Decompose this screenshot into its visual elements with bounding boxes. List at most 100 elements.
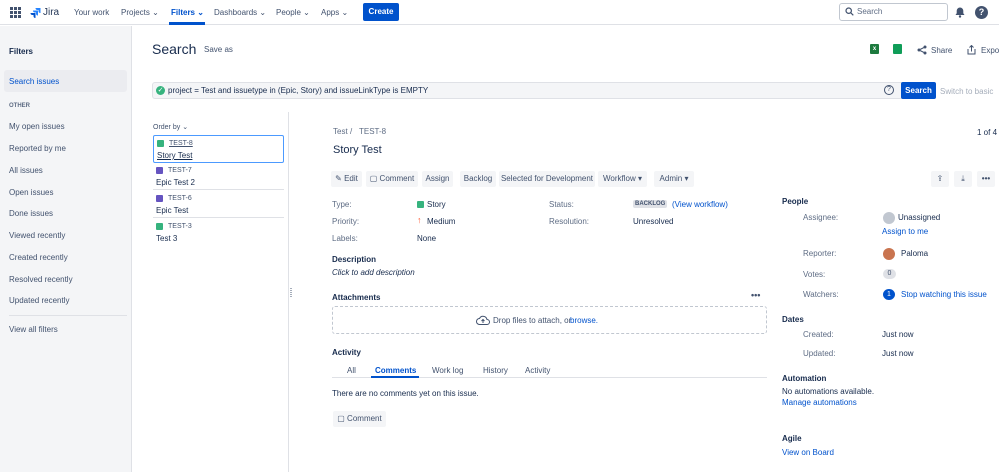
tab-comments-underline: [371, 376, 419, 378]
assign-button[interactable]: Assign: [422, 171, 453, 187]
pencil-icon: ✎: [335, 174, 342, 183]
sidebar-item-label: Search issues: [9, 77, 60, 86]
nav-projects[interactable]: Projects ⌄: [121, 0, 159, 25]
status-badge[interactable]: BACKLOG: [633, 200, 668, 208]
export-excel-icon[interactable]: x: [870, 44, 879, 54]
resize-handle[interactable]: [290, 288, 292, 297]
notifications-bell-icon[interactable]: [955, 7, 965, 20]
list-item[interactable]: TEST-6 Epic Test: [153, 191, 284, 219]
jql-input[interactable]: ✓ project = Test and issuetype in (Epic,…: [152, 82, 907, 99]
votes-badge[interactable]: 0: [883, 269, 896, 279]
attachment-dropzone[interactable]: Drop files to attach, or browse.: [332, 306, 767, 334]
no-comments-text: There are no comments yet on this issue.: [332, 389, 479, 398]
sidebar-item-done-issues[interactable]: Done issues: [9, 209, 53, 218]
sidebar-item-updated-recently[interactable]: Updated recently: [9, 296, 69, 305]
breadcrumb-separator: /: [350, 127, 353, 136]
add-comment-button[interactable]: ▢ Comment: [333, 411, 386, 427]
view-on-board-link[interactable]: View on Board: [782, 448, 834, 457]
nav-apps[interactable]: Apps ⌄: [321, 0, 348, 25]
more-actions-icon[interactable]: •••: [977, 171, 995, 187]
share-icon[interactable]: [917, 45, 927, 57]
avatar: [883, 212, 895, 224]
chevron-down-icon: ⌄: [303, 8, 310, 17]
sidebar-item-viewed-recently[interactable]: Viewed recently: [9, 231, 65, 240]
updated-label: Updated:: [803, 349, 836, 358]
sidebar-title: Filters: [9, 47, 34, 56]
list-item[interactable]: TEST-3 Test 3: [153, 219, 284, 247]
sidebar-item-reported-by-me[interactable]: Reported by me: [9, 144, 66, 153]
nav-your-work[interactable]: Your work: [74, 0, 109, 25]
issue-count: 1 of 4: [977, 128, 998, 137]
tab-work-log[interactable]: Work log: [432, 366, 463, 375]
edit-button[interactable]: ✎ Edit: [331, 171, 362, 187]
create-button[interactable]: Create: [363, 3, 399, 21]
created-label: Created:: [803, 330, 834, 339]
status-label: Status:: [549, 200, 574, 209]
share-button[interactable]: Share: [931, 46, 952, 55]
workflow-dropdown[interactable]: Workflow ▾: [598, 171, 647, 187]
global-search-input[interactable]: Search: [839, 3, 948, 21]
description-placeholder[interactable]: Click to add description: [332, 268, 415, 277]
reporter-value[interactable]: Paloma: [901, 249, 928, 258]
tab-comments[interactable]: Comments: [375, 366, 416, 375]
sidebar-item-search-issues[interactable]: Search issues: [4, 70, 127, 92]
browse-link[interactable]: browse.: [570, 316, 598, 325]
search-placeholder: Search: [857, 7, 883, 16]
manage-automations-link[interactable]: Manage automations: [782, 398, 857, 407]
jql-search-button[interactable]: Search: [901, 82, 936, 99]
stop-watching-link[interactable]: Stop watching this issue: [901, 290, 987, 299]
sidebar-section-other: OTHER: [9, 103, 30, 109]
tab-all[interactable]: All: [347, 366, 356, 375]
breadcrumb-project[interactable]: Test: [333, 127, 348, 136]
share-issue-icon[interactable]: ⇪: [931, 171, 949, 187]
export-button[interactable]: Expor: [981, 46, 999, 55]
jql-query-text: project = Test and issuetype in (Epic, S…: [168, 86, 429, 95]
export-issue-icon[interactable]: ⤓: [954, 171, 972, 187]
chevron-down-icon: ⌄: [152, 8, 159, 17]
people-heading: People: [782, 197, 809, 206]
drop-files-text: Drop files to attach, or: [493, 316, 572, 325]
comment-button[interactable]: ▢ Comment: [366, 171, 418, 187]
watchers-badge[interactable]: 1: [883, 289, 895, 300]
attachments-more-icon[interactable]: •••: [751, 290, 760, 300]
labels-value[interactable]: None: [417, 234, 436, 243]
breadcrumb-issue-key[interactable]: TEST-8: [359, 127, 386, 136]
issue-title[interactable]: Story Test: [333, 144, 382, 156]
selected-for-development-button[interactable]: Selected for Development: [499, 171, 595, 187]
backlog-button[interactable]: Backlog: [460, 171, 496, 187]
story-icon: [156, 223, 163, 230]
sidebar-item-view-all-filters[interactable]: View all filters: [9, 325, 58, 334]
dates-heading: Dates: [782, 315, 804, 324]
sidebar-item-my-open-issues[interactable]: My open issues: [9, 122, 65, 131]
admin-dropdown[interactable]: Admin ▾: [654, 171, 694, 187]
export-sheet-icon[interactable]: [893, 44, 902, 54]
list-item[interactable]: TEST-8 Story Test: [153, 135, 284, 163]
assignee-value[interactable]: Unassigned: [898, 213, 940, 222]
jira-logo-icon[interactable]: [30, 7, 41, 20]
issue-summary: Epic Test: [156, 206, 189, 215]
jira-logo-text[interactable]: Jira: [43, 0, 59, 25]
switch-to-basic-link[interactable]: Switch to basic: [940, 87, 993, 96]
order-by-button[interactable]: Order by ⌄: [153, 123, 188, 131]
tab-activity[interactable]: Activity: [525, 366, 550, 375]
epic-icon: [156, 195, 163, 202]
nav-dashboards[interactable]: Dashboards ⌄: [214, 0, 266, 25]
sidebar-item-created-recently[interactable]: Created recently: [9, 253, 68, 262]
comment-icon: ▢: [369, 174, 378, 183]
resolution-label: Resolution:: [549, 217, 590, 226]
sidebar-item-open-issues[interactable]: Open issues: [9, 188, 53, 197]
view-workflow-link[interactable]: (View workflow): [672, 200, 728, 209]
tab-history[interactable]: History: [483, 366, 508, 375]
help-icon[interactable]: ?: [975, 6, 988, 19]
list-item[interactable]: TEST-7 Epic Test 2: [153, 163, 284, 191]
sidebar-item-all-issues[interactable]: All issues: [9, 166, 43, 175]
sidebar-item-resolved-recently[interactable]: Resolved recently: [9, 275, 73, 284]
assign-to-me-link[interactable]: Assign to me: [882, 227, 928, 236]
export-icon[interactable]: [967, 44, 976, 57]
app-switcher-icon[interactable]: [10, 7, 21, 18]
sidebar-divider: [9, 315, 127, 316]
jql-help-icon[interactable]: ?: [884, 85, 894, 95]
save-as-button[interactable]: Save as: [204, 45, 233, 54]
nav-people[interactable]: People ⌄: [276, 0, 310, 25]
issue-key: TEST-6: [168, 195, 192, 202]
